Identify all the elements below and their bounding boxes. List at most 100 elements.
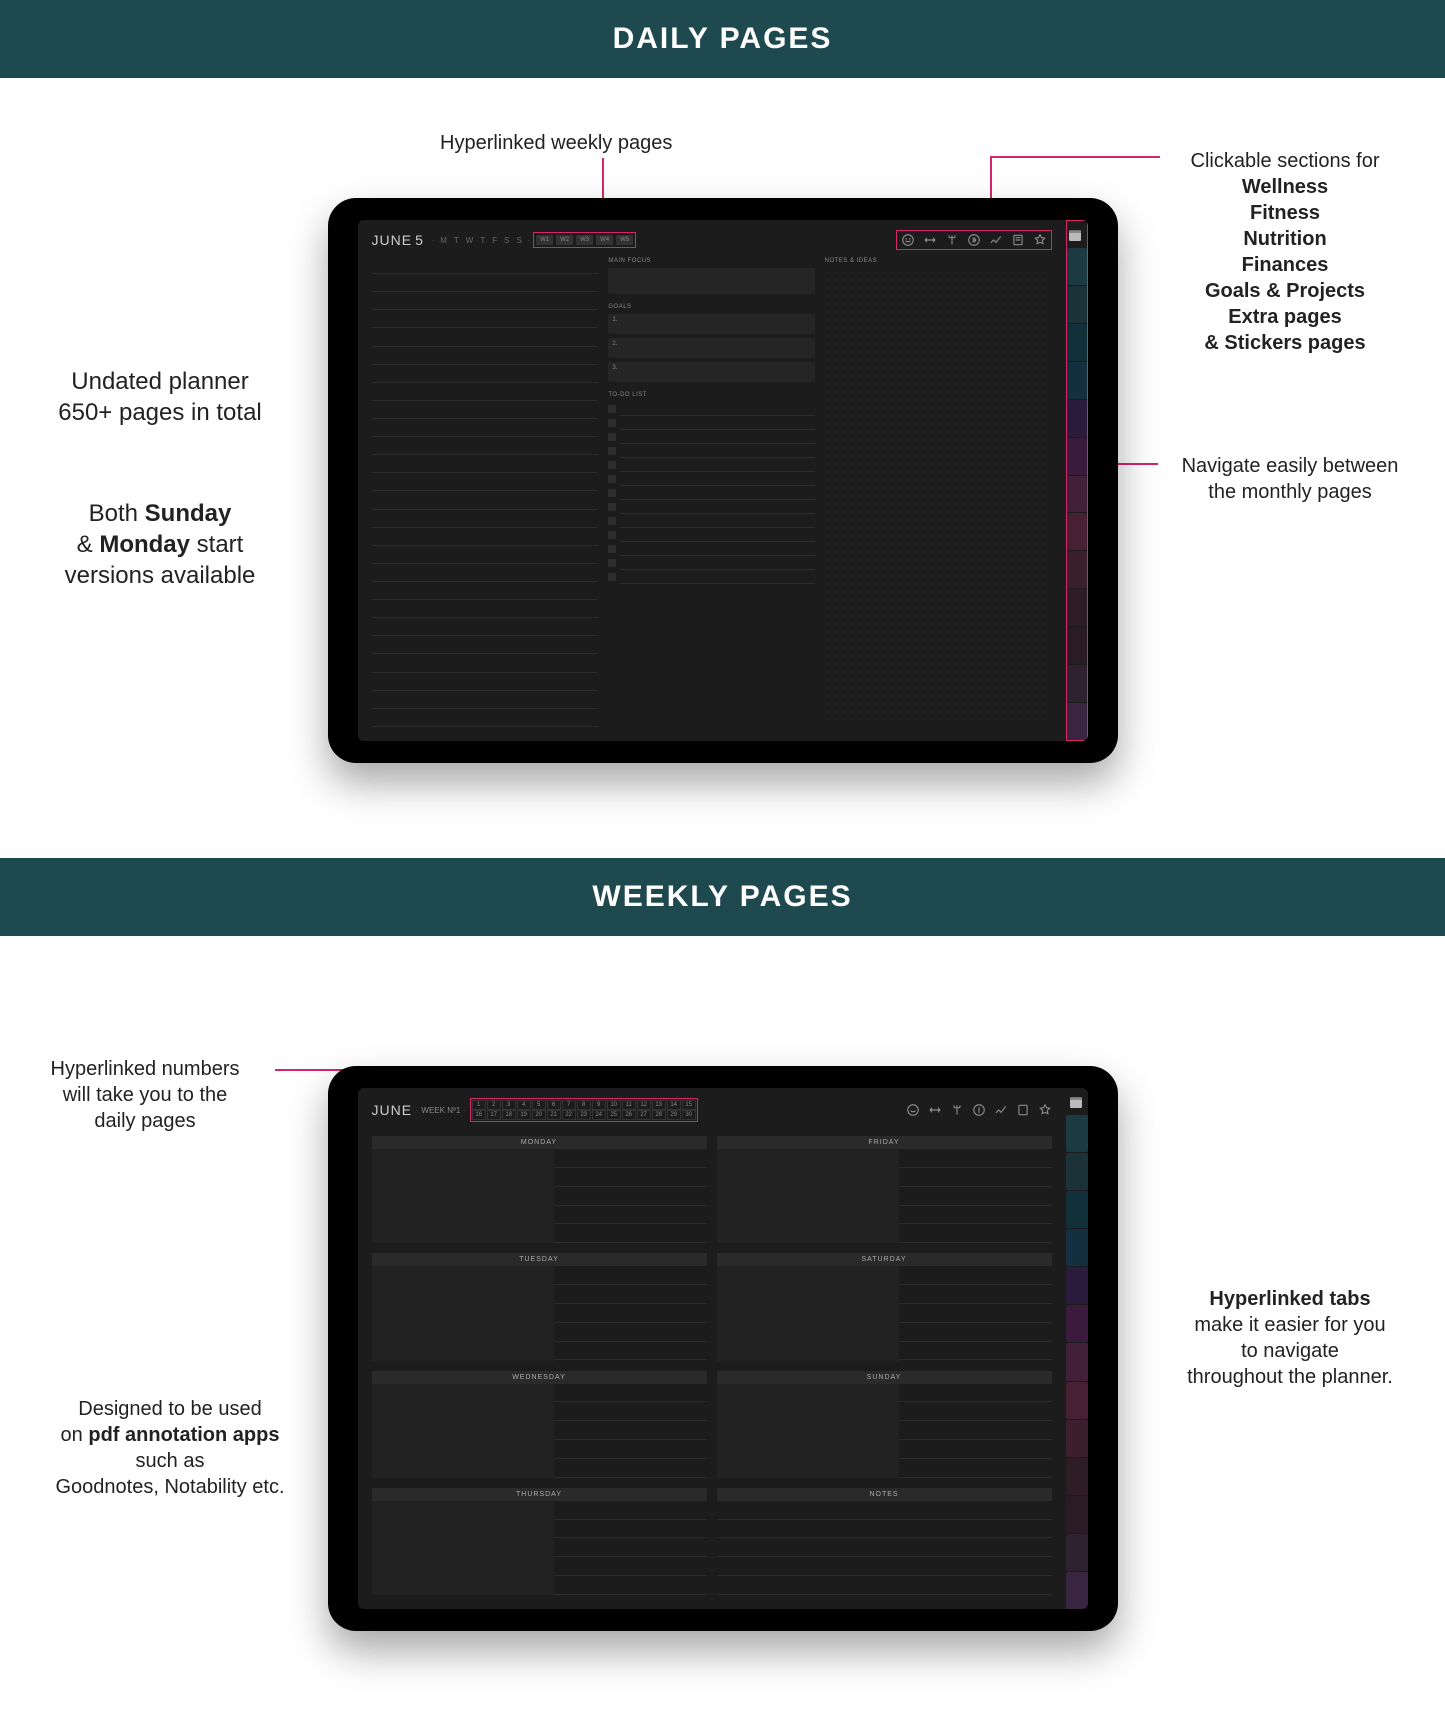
goal-num: 1. bbox=[612, 317, 617, 323]
cal-day[interactable]: 16 bbox=[472, 1110, 486, 1120]
side-tab[interactable] bbox=[1066, 1572, 1088, 1609]
day-title: WEDNESDAY bbox=[372, 1371, 707, 1384]
dow[interactable]: S bbox=[514, 236, 523, 245]
goal-box: 1. bbox=[608, 314, 814, 334]
side-tab[interactable] bbox=[1066, 1305, 1088, 1342]
cal-day[interactable]: 18 bbox=[502, 1110, 516, 1120]
fitness-icon[interactable] bbox=[923, 233, 937, 247]
side-tab[interactable] bbox=[1066, 1229, 1088, 1266]
day-title: MONDAY bbox=[372, 1136, 707, 1149]
side-tab[interactable] bbox=[1066, 1343, 1088, 1380]
side-tab[interactable] bbox=[1066, 1153, 1088, 1190]
side-tab[interactable] bbox=[1066, 1458, 1088, 1495]
cal-day[interactable]: 2 bbox=[487, 1100, 501, 1110]
dow[interactable]: M bbox=[438, 236, 449, 245]
cal-day[interactable]: 27 bbox=[637, 1110, 651, 1120]
cal-day[interactable]: 7 bbox=[562, 1100, 576, 1110]
side-tab[interactable] bbox=[1067, 324, 1087, 361]
side-tab[interactable] bbox=[1067, 286, 1087, 323]
side-tab[interactable] bbox=[1067, 627, 1087, 664]
side-tab[interactable] bbox=[1067, 589, 1087, 626]
cal-day[interactable]: 14 bbox=[667, 1100, 681, 1110]
cal-day[interactable]: 26 bbox=[622, 1110, 636, 1120]
cal-day[interactable]: 25 bbox=[607, 1110, 621, 1120]
side-tab[interactable] bbox=[1067, 665, 1087, 702]
dow[interactable]: T bbox=[478, 236, 487, 245]
side-tab[interactable] bbox=[1067, 400, 1087, 437]
section-weekly: Hyperlinked numbers will take you to the… bbox=[0, 936, 1445, 1716]
side-tab[interactable] bbox=[1066, 1382, 1088, 1419]
side-tab[interactable] bbox=[1066, 1496, 1088, 1533]
annot-item: & Stickers pages bbox=[1204, 332, 1365, 354]
stickers-icon[interactable] bbox=[1038, 1103, 1052, 1117]
cal-day[interactable]: 29 bbox=[667, 1110, 681, 1120]
cal-day[interactable]: 23 bbox=[577, 1110, 591, 1120]
cal-day[interactable]: 11 bbox=[622, 1100, 636, 1110]
side-tab[interactable] bbox=[1067, 248, 1087, 285]
goals-icon[interactable] bbox=[989, 233, 1003, 247]
annot-start-version: Both Sunday & Monday start versions avai… bbox=[30, 498, 290, 592]
nutrition-icon[interactable] bbox=[950, 1103, 964, 1117]
dow[interactable]: W bbox=[464, 236, 476, 245]
cal-day[interactable]: 6 bbox=[547, 1100, 561, 1110]
weekly-day-cell: SUNDAY bbox=[717, 1371, 1052, 1478]
dow[interactable]: T bbox=[452, 236, 461, 245]
cal-day[interactable]: 28 bbox=[652, 1110, 666, 1120]
wellness-icon[interactable] bbox=[901, 233, 915, 247]
goals-icon[interactable] bbox=[994, 1103, 1008, 1117]
annot-bold: pdf annotation apps bbox=[88, 1424, 279, 1446]
cal-day[interactable]: 9 bbox=[592, 1100, 606, 1110]
wellness-icon[interactable] bbox=[906, 1103, 920, 1117]
dow[interactable]: F bbox=[490, 236, 499, 245]
cal-day[interactable]: 12 bbox=[637, 1100, 651, 1110]
side-tab[interactable] bbox=[1067, 513, 1087, 550]
week-chip[interactable]: W2 bbox=[556, 235, 573, 245]
side-tab[interactable] bbox=[1066, 1534, 1088, 1571]
side-tab[interactable] bbox=[1066, 1115, 1088, 1152]
banner-weekly: WEEKLY PAGES bbox=[0, 858, 1445, 936]
annot-item: Fitness bbox=[1250, 202, 1320, 224]
dow[interactable]: S bbox=[502, 236, 511, 245]
cal-day[interactable]: 17 bbox=[487, 1110, 501, 1120]
cal-day[interactable]: 5 bbox=[532, 1100, 546, 1110]
week-chip[interactable]: W1 bbox=[536, 235, 553, 245]
cal-day[interactable]: 4 bbox=[517, 1100, 531, 1110]
divider: · bbox=[415, 1105, 418, 1116]
cal-day[interactable]: 30 bbox=[682, 1110, 696, 1120]
cal-day[interactable]: 13 bbox=[652, 1100, 666, 1110]
main-focus-box bbox=[608, 268, 814, 294]
cal-day[interactable]: 8 bbox=[577, 1100, 591, 1110]
side-tab[interactable] bbox=[1066, 1267, 1088, 1304]
cal-day[interactable]: 22 bbox=[562, 1110, 576, 1120]
fitness-icon[interactable] bbox=[928, 1103, 942, 1117]
side-tab[interactable] bbox=[1067, 438, 1087, 475]
side-tab[interactable] bbox=[1067, 476, 1087, 513]
side-tab[interactable] bbox=[1067, 703, 1087, 740]
extra-icon[interactable] bbox=[1011, 233, 1025, 247]
stickers-icon[interactable] bbox=[1033, 233, 1047, 247]
week-chip[interactable]: W4 bbox=[596, 235, 613, 245]
calendar-icon[interactable] bbox=[1067, 227, 1083, 243]
cal-day[interactable]: 15 bbox=[682, 1100, 696, 1110]
side-tab[interactable] bbox=[1066, 1420, 1088, 1457]
week-chip[interactable]: W5 bbox=[616, 235, 633, 245]
side-tab[interactable] bbox=[1067, 362, 1087, 399]
finances-icon[interactable] bbox=[967, 233, 981, 247]
cal-day[interactable]: 3 bbox=[502, 1100, 516, 1110]
finances-icon[interactable] bbox=[972, 1103, 986, 1117]
cal-day[interactable]: 19 bbox=[517, 1110, 531, 1120]
week-chip[interactable]: W3 bbox=[576, 235, 593, 245]
nutrition-icon[interactable] bbox=[945, 233, 959, 247]
cal-day[interactable]: 20 bbox=[532, 1110, 546, 1120]
cal-day[interactable]: 10 bbox=[607, 1100, 621, 1110]
side-tabs-highlight bbox=[1066, 220, 1088, 741]
cal-day[interactable]: 24 bbox=[592, 1110, 606, 1120]
cal-day[interactable]: 21 bbox=[547, 1110, 561, 1120]
annot-text: will take you to the bbox=[63, 1084, 228, 1106]
side-tab[interactable] bbox=[1067, 551, 1087, 588]
annot-text: Designed to be used bbox=[78, 1398, 261, 1420]
cal-day[interactable]: 1 bbox=[472, 1100, 486, 1110]
extra-icon[interactable] bbox=[1016, 1103, 1030, 1117]
side-tab[interactable] bbox=[1066, 1191, 1088, 1228]
calendar-icon[interactable] bbox=[1068, 1094, 1084, 1110]
